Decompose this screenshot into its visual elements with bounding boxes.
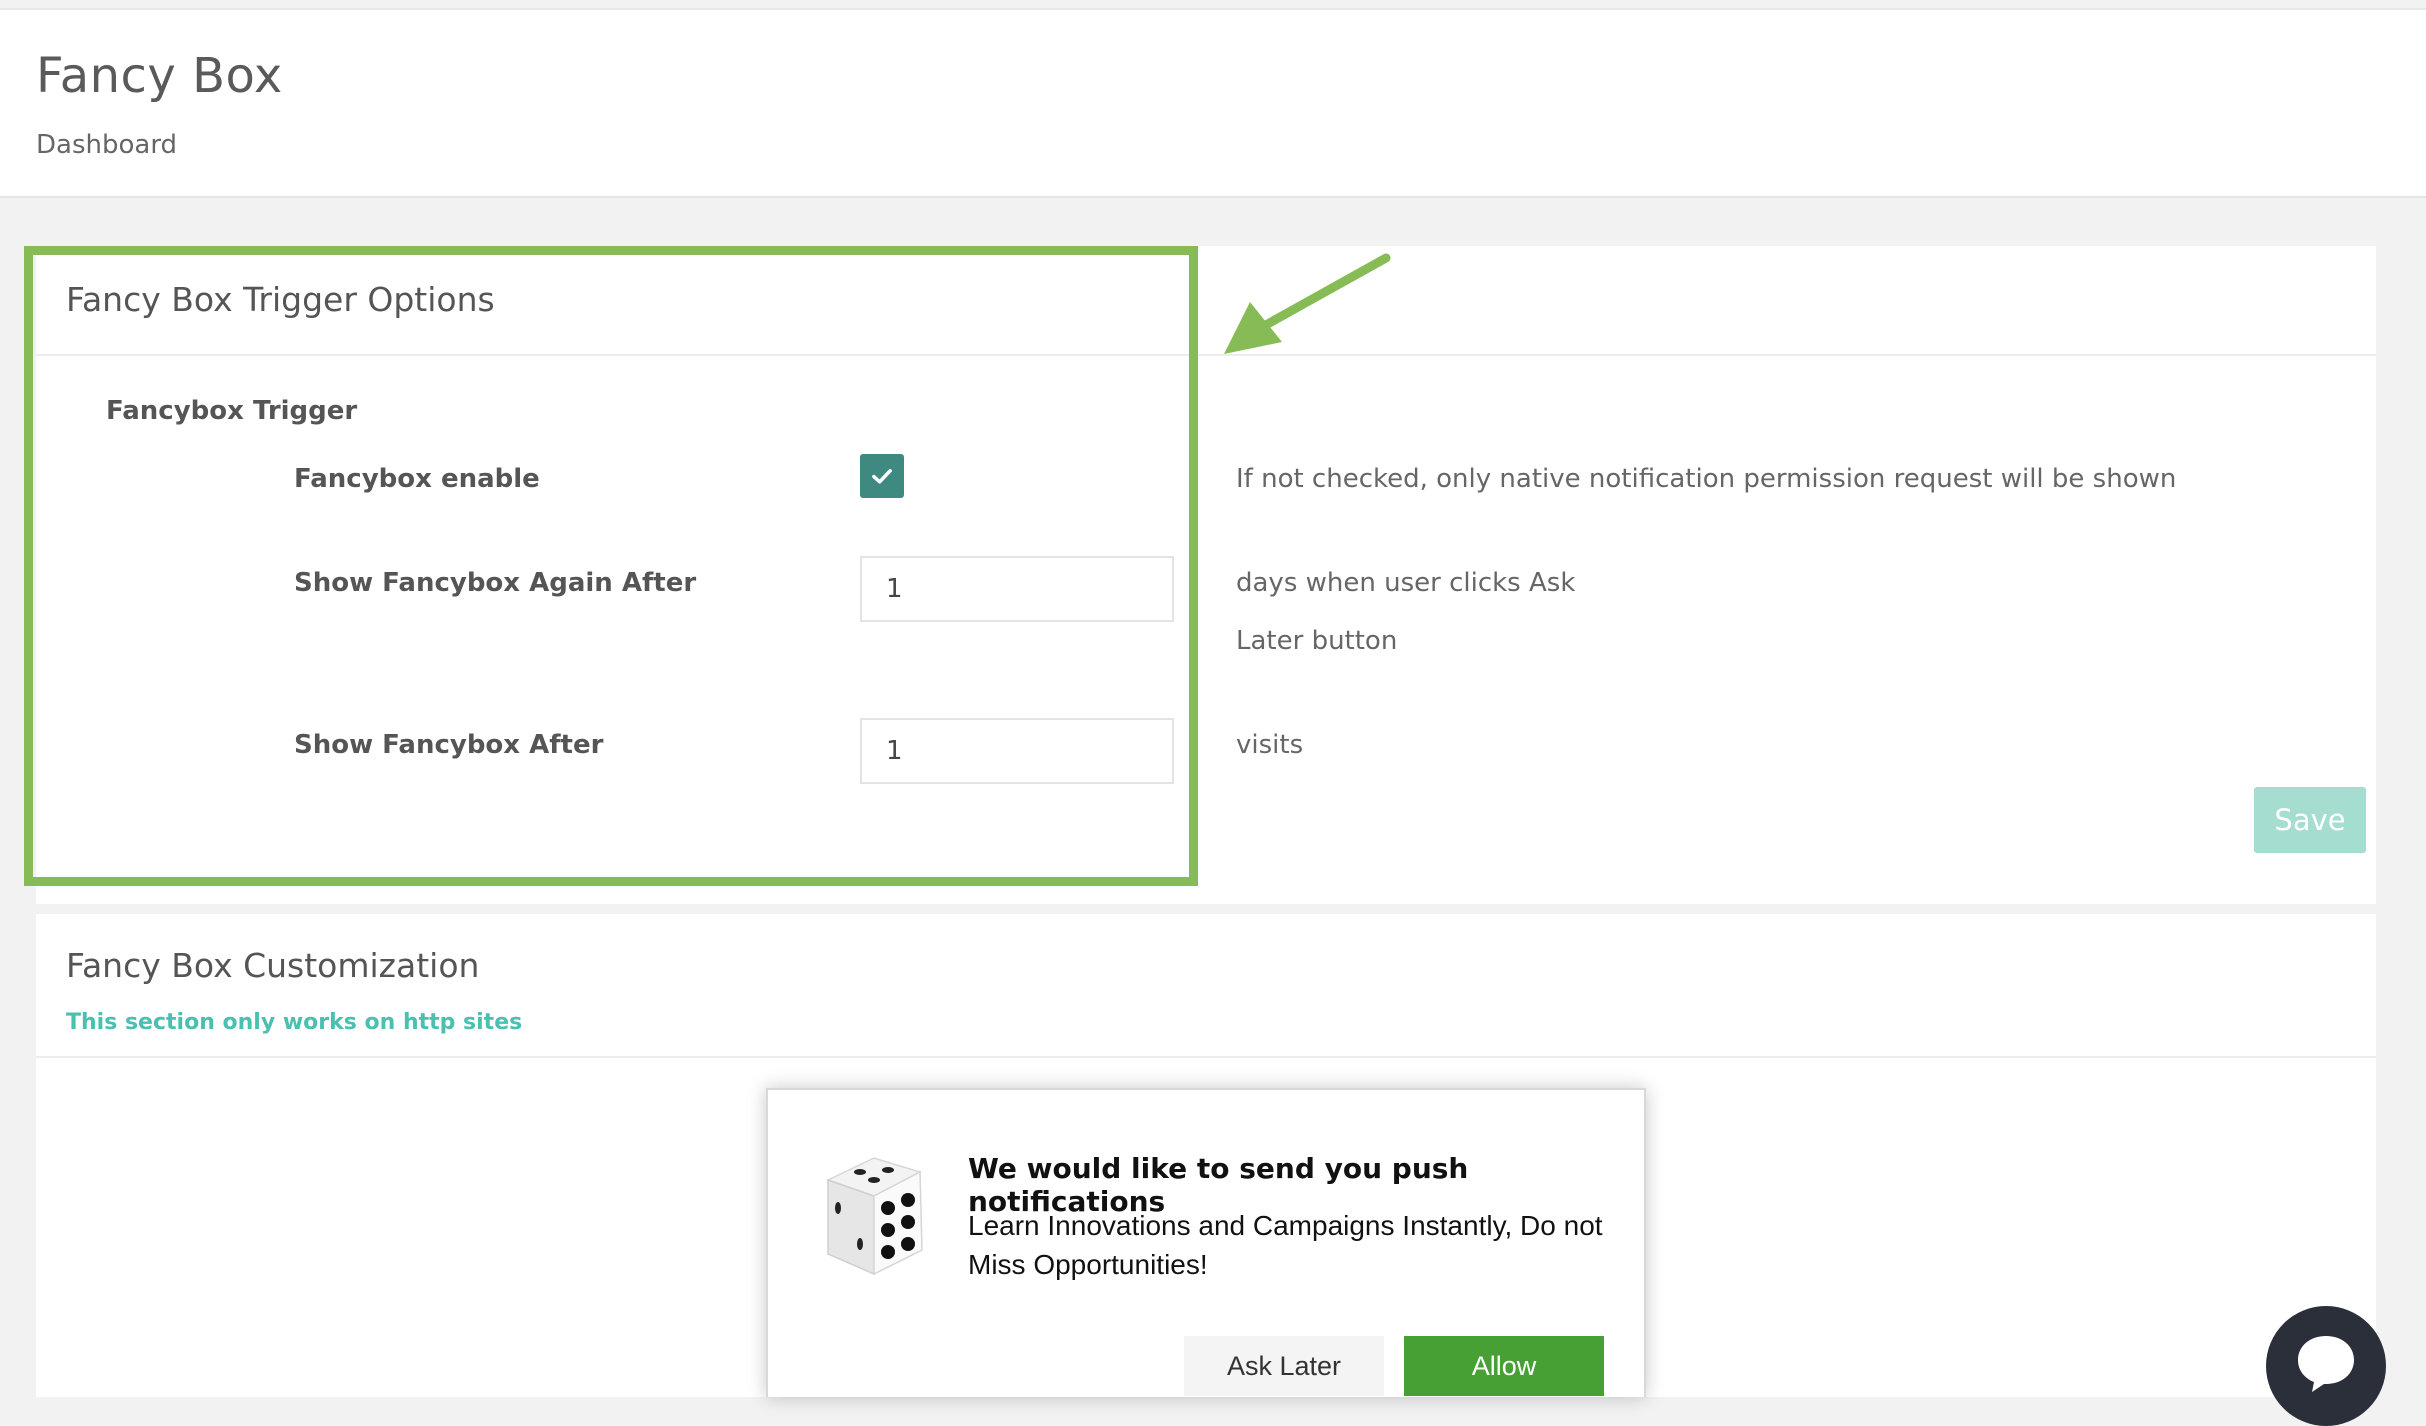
fancybox-enable-help: If not checked, only native notification… — [1236, 464, 2177, 494]
ask-later-button[interactable]: Ask Later — [1184, 1336, 1384, 1396]
show-again-input[interactable] — [860, 556, 1174, 622]
breadcrumb[interactable]: Dashboard — [36, 130, 177, 160]
show-again-help-line1: days when user clicks Ask — [1236, 568, 1576, 598]
show-again-label: Show Fancybox Again After — [294, 568, 697, 598]
show-after-input[interactable] — [860, 718, 1174, 784]
page-title: Fancy Box — [36, 48, 283, 104]
arrow-icon — [1224, 253, 1391, 354]
show-after-label: Show Fancybox After — [294, 730, 604, 760]
preview-body: Learn Innovations and Campaigns Instantl… — [968, 1210, 1603, 1280]
fancybox-enable-label: Fancybox enable — [294, 464, 540, 494]
trigger-options-panel: Fancy Box Trigger Options Fancybox Trigg… — [36, 246, 2376, 904]
customization-title: Fancy Box Customization — [66, 946, 480, 985]
show-after-help: visits — [1236, 730, 1304, 760]
checkmark-icon — [872, 469, 892, 484]
save-button[interactable]: Save — [2254, 787, 2366, 853]
chat-bubble-icon — [2298, 1336, 2354, 1392]
trigger-options-title: Fancy Box Trigger Options — [66, 280, 495, 319]
dice-icon — [826, 1157, 923, 1276]
chat-launcher[interactable] — [2266, 1306, 2386, 1426]
push-notification-preview: We would like to send you push notificat… — [766, 1088, 1646, 1397]
customization-note: This section only works on http sites — [66, 1010, 523, 1035]
page-header: Fancy Box Dashboard — [0, 10, 2426, 198]
trigger-options-header: Fancy Box Trigger Options — [36, 246, 2376, 356]
customization-header: Fancy Box Customization This section onl… — [36, 914, 2376, 1058]
allow-button[interactable]: Allow — [1404, 1336, 1604, 1396]
top-strip — [0, 0, 2426, 10]
show-again-help-line2: Later button — [1236, 626, 1398, 656]
fancybox-trigger-label: Fancybox Trigger — [106, 396, 358, 426]
fancybox-enable-checkbox[interactable] — [860, 454, 904, 498]
